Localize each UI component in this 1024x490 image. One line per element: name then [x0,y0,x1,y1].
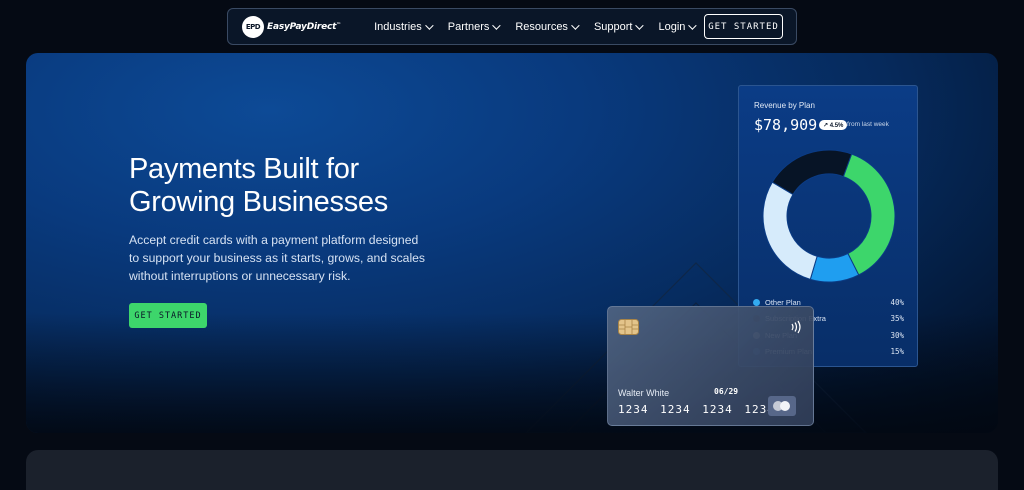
chevron-down-icon [635,20,645,30]
chevron-down-icon [571,20,580,30]
revenue-donut-chart [762,149,896,283]
legend-dot-icon [753,298,760,306]
menu-item-support[interactable]: Support [594,20,645,33]
chevron-down-icon [688,20,698,30]
hero-title: Payments Built for Growing Businesses [129,153,388,218]
cardholder-name: Walter White [618,388,670,398]
chevron-down-icon [492,20,502,30]
next-section [26,450,998,490]
menu-item-login[interactable]: Login [658,20,698,33]
menu-item-industries[interactable]: Industries [374,20,434,33]
logo-badge-icon: EPD [242,15,264,38]
card-brand-icon [768,396,796,416]
donut-segment-0 [842,153,896,276]
revenue-amount: $78,909 [754,116,818,134]
revenue-card-title: Revenue by Plan [754,101,815,110]
menu-item-resources[interactable]: Resources [515,20,580,33]
chevron-down-icon [424,20,434,30]
hero-section: Payments Built for Growing Businesses Ac… [26,53,998,433]
hero-subtitle: Accept credit cards with a payment platf… [129,233,426,283]
donut-segment-2 [762,181,818,280]
top-navbar: EPD EasyPayDirect™ Industries Partners R… [227,8,797,45]
card-number: 1234 1234 1234 1234 [618,403,775,416]
card-expiry: 06/29 [714,387,739,396]
contactless-icon [791,320,801,334]
menu-item-partners[interactable]: Partners [448,20,502,33]
nav-get-started-button[interactable]: GET STARTED [704,14,783,39]
donut-segment-3 [771,149,853,196]
logo[interactable]: EPD EasyPayDirect™ [242,15,342,38]
card-chip-icon [618,319,639,335]
revenue-change-badge: ↗ 4.5% [819,120,848,130]
logo-wordmark: EasyPayDirect™ [267,21,342,32]
hero-get-started-button[interactable]: GET STARTED [129,303,207,328]
main-menu: Industries Partners Resources Support Lo… [374,21,711,33]
credit-card-illustration: Walter White 06/29 1234 1234 1234 1234 [607,306,814,426]
revenue-delta-text: from last week [847,121,889,128]
